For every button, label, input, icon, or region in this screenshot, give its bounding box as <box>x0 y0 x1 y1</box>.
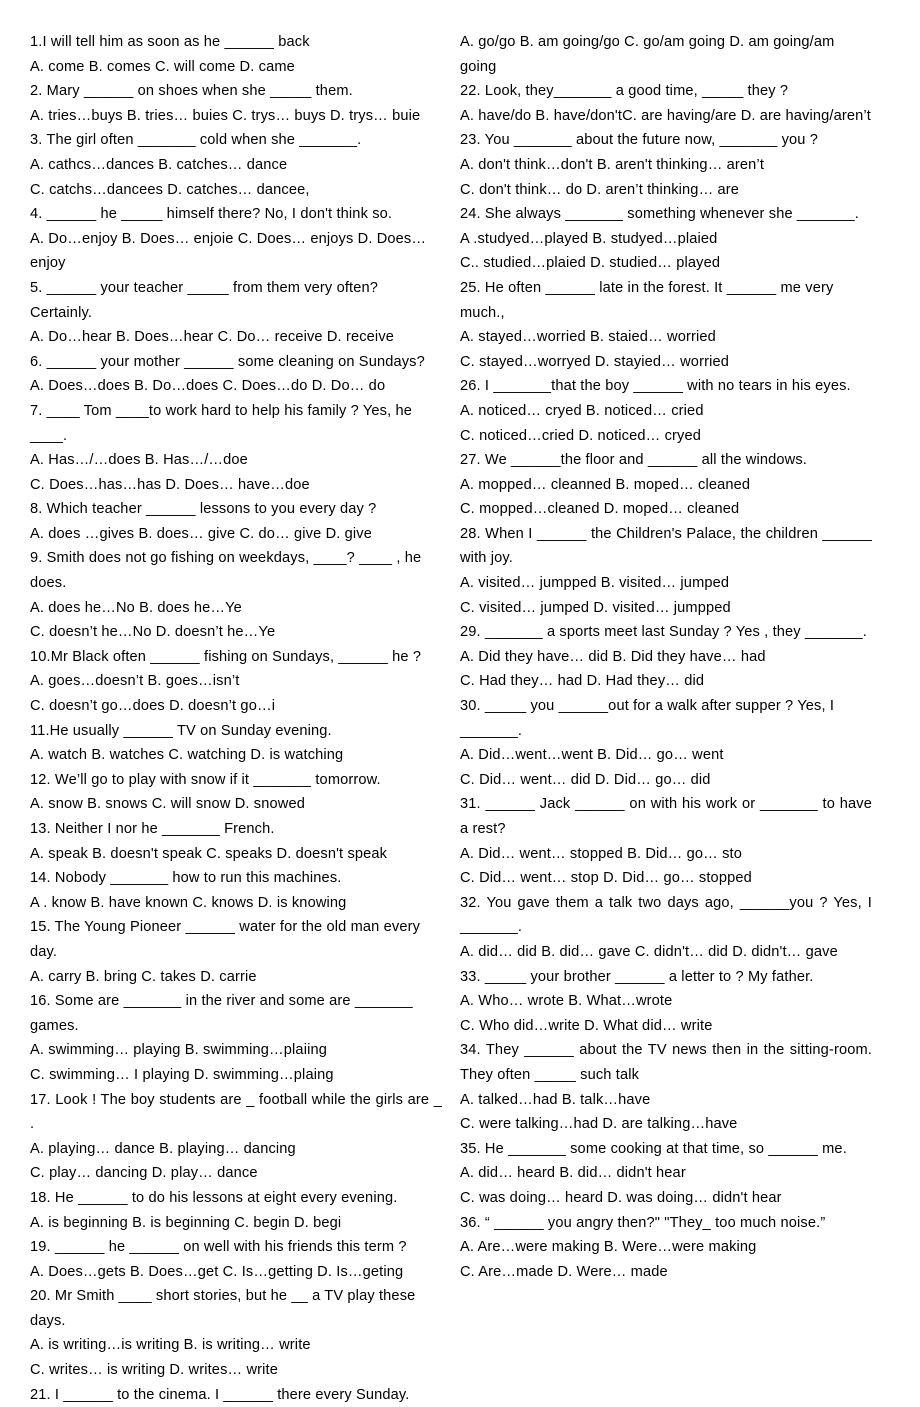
left-q19-options: A. Does…gets B. Does…get C. Is…getting D… <box>30 1263 404 1280</box>
left-q4-stem: 4. ______ he _____ himself there? No, I … <box>30 206 393 223</box>
right-q31-options-cd: C. Did… went… stop D. Did… go… stopped <box>460 870 752 887</box>
left-q17-stem: 17. Look ! The boy students are _ footba… <box>30 1091 447 1133</box>
right-q25-options-cd: C. stayed…worryed D. stayied… worried <box>460 353 729 370</box>
right-q31-stem: 31. ______ Jack ______ on with his work … <box>460 796 877 837</box>
left-q3-stem: 3. The girl often _______ cold when she … <box>30 132 362 149</box>
left-q14-options: A . know B. have known C. knows D. is kn… <box>30 894 347 911</box>
left-text-column: 1.I will tell him as soon as he ______ b… <box>30 30 442 1407</box>
worksheet-page: 1.I will tell him as soon as he ______ b… <box>0 0 920 1403</box>
left-q20-options-ab: A. is writing…is writing B. is writing… … <box>30 1337 311 1354</box>
left-q5-options: A. Do…hear B. Does…hear C. Do… receive D… <box>30 329 395 346</box>
left-q11-stem: 11.He usually ______ TV on Sunday evenin… <box>30 722 332 739</box>
right-q33-stem: 33. _____ your brother ______ a letter t… <box>460 968 814 985</box>
left-q2-options: A. tries…buys B. tries… buies C. trys… b… <box>30 107 421 124</box>
right-q22-stem: 22. Look, they_______ a good time, _____… <box>460 83 789 100</box>
left-q20-options-cd: C. writes… is writing D. writes… write <box>30 1362 278 1379</box>
left-q3-options-ab: A. cathcs…dances B. catches… dance <box>30 156 288 173</box>
right-q23-options-cd: C. don't think… do D. aren’t thinking… a… <box>460 181 740 198</box>
right-q35-stem: 35. He _______ some cooking at that time… <box>460 1140 847 1157</box>
left-q4-options: A. Do…enjoy B. Does… enjoie C. Does… enj… <box>30 230 427 272</box>
left-q16-stem: 16. Some are _______ in the river and so… <box>30 993 417 1034</box>
left-q7-stem: 7. ____ Tom ____to work hard to help his… <box>30 402 417 444</box>
right-q22-options: A. have/do B. have/don'tC. are having/ar… <box>460 107 871 124</box>
right-q31-options-ab: A. Did… went… stopped B. Did… go… sto <box>460 845 742 862</box>
left-q10-options-ab: A. goes…doesn’t B. goes…isn’t <box>30 673 240 690</box>
left-q8-options: A. does …gives B. does… give C. do… give… <box>30 525 373 542</box>
left-q13-stem: 13. Neither I nor he _______ French. <box>30 821 275 837</box>
right-q27-options-ab: A. mopped… cleanned B. moped… cleaned <box>460 476 751 493</box>
right-q27-options-cd: C. mopped…cleaned D. moped… cleaned <box>460 501 740 518</box>
left-q7-options-cd: C. Does…has…has D. Does… have…doe <box>30 476 310 493</box>
left-q16-options-cd: C. swimming… I playing D. swimming…plain… <box>30 1066 334 1083</box>
left-q18-options: A. is beginning B. is beginning C. begin… <box>30 1214 342 1231</box>
right-q35-options-ab: A. did… heard B. did… didn't hear <box>460 1165 686 1182</box>
right-q21-options: A. go/go B. am going/go C. go/am going D… <box>460 34 839 75</box>
right-q34-options-ab: A. talked…had B. talk…have <box>460 1091 651 1108</box>
right-q26-options-cd: C. noticed…cried D. noticed… cryed <box>460 427 701 444</box>
left-q1-stem: 1.I will tell him as soon as he ______ b… <box>30 34 310 50</box>
left-q17-options-ab: A. playing… dance B. playing… dancing <box>30 1140 296 1157</box>
two-column-layout: 1.I will tell him as soon as he ______ b… <box>30 30 890 1407</box>
left-q9-stem: 9. Smith does not go fishing on weekdays… <box>30 550 426 592</box>
right-q35-options-cd: C. was doing… heard D. was doing… didn't… <box>460 1189 782 1206</box>
right-q28-options-cd: C. visited… jumped D. visited… jumpped <box>460 599 731 616</box>
left-q9-options-ab: A. does he…No B. does he…Ye <box>30 599 242 616</box>
left-q6-stem: 6. ______ your mother ______ some cleani… <box>30 353 425 370</box>
right-q29-stem: 29. _______ a sports meet last Sunday ? … <box>460 624 867 641</box>
left-q1-options: A. come B. comes C. will come D. came <box>30 58 295 75</box>
left-q11-options: A. watch B. watches C. watching D. is wa… <box>30 747 344 764</box>
left-q12-options: A. snow B. snows C. will snow D. snowed <box>30 796 305 813</box>
right-q28-stem: 28. When I ______ the Children's Palace,… <box>460 525 877 567</box>
left-q20-stem: 20. Mr Smith ____ short stories, but he … <box>30 1288 420 1329</box>
right-q30-options-ab: A. Did…went…went B. Did… go… went <box>460 747 724 764</box>
right-q36-stem: 36. “ ______ you angry then?" "They_ too… <box>460 1214 826 1231</box>
left-q15-stem: 15. The Young Pioneer ______ water for t… <box>30 919 425 960</box>
right-q28-options-ab: A. visited… jumpped B. visited… jumped <box>460 575 730 592</box>
left-q8-stem: 8. Which teacher ______ lessons to you e… <box>30 501 377 518</box>
right-q25-options-ab: A. stayed…worried B. staied… worried <box>460 329 716 346</box>
left-q19-stem: 19. ______ he ______ on well with his fr… <box>30 1239 407 1256</box>
left-q16-options-ab: A. swimming… playing B. swimming…plaiing <box>30 1042 327 1059</box>
right-q29-options-ab: A. Did they have… did B. Did they have… … <box>460 648 766 665</box>
left-q17-options-cd: C. play… dancing D. play… dance <box>30 1165 258 1182</box>
right-q32-options: A. did… did B. did… gave C. didn't… did … <box>460 943 838 960</box>
right-q24-options-cd: C.. studied…plaied D. studied… played <box>460 255 721 272</box>
right-q24-stem: 24. She always _______ something wheneve… <box>460 206 859 223</box>
right-q24-options-ab: A .studyed…played B. studyed…plaied <box>460 230 718 247</box>
left-q18-stem: 18. He ______ to do his lessons at eight… <box>30 1189 398 1206</box>
left-q5-stem: 5. ______ your teacher _____ from them v… <box>30 279 383 321</box>
right-q26-options-ab: A. noticed… cryed B. noticed… cried <box>460 402 704 419</box>
left-q12-stem: 12. We’ll go to play with snow if it ___… <box>30 771 381 788</box>
right-q34-options-cd: C. were talking…had D. are talking…have <box>460 1116 738 1133</box>
left-q13-options: A. speak B. doesn't speak C. speaks D. d… <box>30 845 388 862</box>
right-q33-options-cd: C. Who did…write D. What did… write <box>460 1017 713 1034</box>
left-q14-stem: 14. Nobody _______ how to run this machi… <box>30 870 342 887</box>
left-q9-options-cd: C. doesn’t he…No D. doesn’t he…Ye <box>30 624 276 641</box>
left-q6-options: A. Does…does B. Do…does C. Does…do D. Do… <box>30 378 386 395</box>
left-q21-stem: 21. I ______ to the cinema. I ______ the… <box>30 1386 410 1403</box>
right-q36-options-cd: C. Are…made D. Were… made <box>460 1263 668 1280</box>
right-q29-options-cd: C. Had they… had D. Had they… did <box>460 673 705 690</box>
right-q23-options-ab: A. don't think…don't B. aren't thinking…… <box>460 156 765 173</box>
right-text-column: A. go/go B. am going/go C. go/am going D… <box>460 30 872 1284</box>
left-q15-options: A. carry B. bring C. takes D. carrie <box>30 968 257 985</box>
right-q26-stem: 26. I _______that the boy ______ with no… <box>460 378 851 395</box>
right-q23-stem: 23. You _______ about the future now, __… <box>460 132 819 149</box>
right-q30-options-cd: C. Did… went… did D. Did… go… did <box>460 771 711 788</box>
left-q10-options-cd: C. doesn’t go…does D. doesn’t go…i <box>30 698 276 715</box>
right-q36-options-ab: A. Are…were making B. Were…were making <box>460 1239 757 1256</box>
right-q27-stem: 27. We ______the floor and ______ all th… <box>460 452 807 469</box>
right-q34-stem: 34. They ______ about the TV news then i… <box>460 1042 876 1083</box>
left-q2-stem: 2. Mary ______ on shoes when she _____ t… <box>30 83 353 100</box>
right-q30-stem: 30. _____ you ______out for a walk after… <box>460 698 839 739</box>
left-q3-options-cd: C. catchs…dancees D. catches… dancee, <box>30 181 310 198</box>
left-q10-stem: 10.Mr Black often ______ fishing on Sund… <box>30 648 422 665</box>
right-q33-options-ab: A. Who… wrote B. What…wrote <box>460 993 673 1010</box>
left-q7-options-ab: A. Has…/…does B. Has…/…doe <box>30 452 248 469</box>
right-q25-stem: 25. He often ______ late in the forest. … <box>460 279 838 321</box>
right-q32-stem: 32. You gave them a talk two days ago, _… <box>460 894 877 936</box>
